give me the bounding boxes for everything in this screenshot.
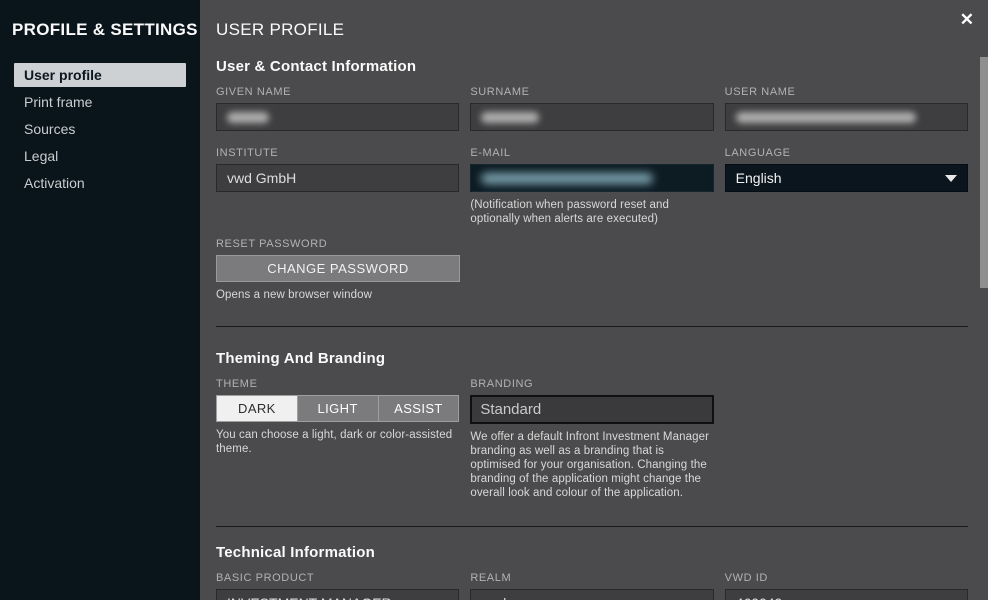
field-institute: INSTITUTE vwd GmbH — [216, 147, 459, 226]
sidebar-item-sources[interactable]: Sources — [14, 117, 186, 141]
sidebar-item-label: User profile — [24, 67, 102, 83]
branding-label: BRANDING — [470, 378, 713, 390]
surname-label: SURNAME — [470, 86, 713, 98]
user-name-label: USER NAME — [725, 86, 968, 98]
field-branding: BRANDING Standard We offer a default Inf… — [470, 378, 713, 500]
branding-select[interactable]: Standard — [470, 395, 713, 424]
given-name-input[interactable] — [216, 103, 459, 131]
vwd-id-input[interactable]: 460049 — [725, 589, 968, 600]
field-theme: THEME DARK LIGHT ASSIST You can choose a… — [216, 378, 459, 500]
realm-label: REALM — [470, 572, 713, 584]
institute-value: vwd GmbH — [227, 170, 296, 186]
field-vwd-id: VWD ID 460049 — [725, 572, 968, 600]
page-title: USER PROFILE — [216, 20, 968, 40]
reset-password-label: RESET PASSWORD — [216, 238, 460, 250]
redacted-value — [736, 112, 916, 123]
surname-input[interactable] — [470, 103, 713, 131]
user-name-input[interactable] — [725, 103, 968, 131]
sidebar-item-label: Sources — [24, 121, 75, 137]
sidebar-item-label: Legal — [24, 148, 58, 164]
field-basic-product: BASIC PRODUCT INVESTMENT MANAGER — [216, 572, 459, 600]
reset-password-block: RESET PASSWORD CHANGE PASSWORD Opens a n… — [216, 238, 460, 302]
section-title-contact: User & Contact Information — [216, 58, 968, 75]
field-given-name: GIVEN NAME — [216, 86, 459, 131]
sidebar-item-legal[interactable]: Legal — [14, 144, 186, 168]
given-name-label: GIVEN NAME — [216, 86, 459, 98]
technical-grid: BASIC PRODUCT INVESTMENT MANAGER REALM v… — [216, 572, 968, 600]
redacted-value — [481, 173, 653, 184]
branding-value: Standard — [480, 401, 541, 418]
theme-option-light[interactable]: LIGHT — [298, 396, 379, 421]
theme-switcher: DARK LIGHT ASSIST — [216, 395, 459, 422]
reset-password-note: Opens a new browser window — [216, 288, 460, 302]
field-email: E-MAIL (Notification when password reset… — [470, 147, 713, 226]
basic-product-label: BASIC PRODUCT — [216, 572, 459, 584]
language-select[interactable]: English — [725, 164, 968, 192]
theming-grid-spacer — [725, 378, 968, 500]
scrollbar-track[interactable] — [980, 0, 988, 600]
theming-grid: THEME DARK LIGHT ASSIST You can choose a… — [216, 378, 968, 500]
theme-label: THEME — [216, 378, 459, 390]
email-input[interactable] — [470, 164, 713, 192]
language-value: English — [736, 170, 782, 186]
theme-option-dark[interactable]: DARK — [217, 396, 298, 421]
contact-grid-row1: GIVEN NAME SURNAME USER NAME — [216, 86, 968, 131]
basic-product-value: INVESTMENT MANAGER — [227, 595, 392, 600]
redacted-value — [227, 112, 269, 123]
settings-sidebar: PROFILE & SETTINGS User profile Print fr… — [0, 0, 200, 600]
field-language: LANGUAGE English — [725, 147, 968, 226]
sidebar-nav: User profile Print frame Sources Legal A… — [0, 63, 200, 195]
chevron-down-icon — [945, 175, 957, 182]
sidebar-item-print-frame[interactable]: Print frame — [14, 90, 186, 114]
section-title-technical: Technical Information — [216, 544, 968, 561]
basic-product-input[interactable]: INVESTMENT MANAGER — [216, 589, 459, 600]
institute-label: INSTITUTE — [216, 147, 459, 159]
theme-option-assist[interactable]: ASSIST — [379, 396, 459, 421]
user-profile-panel: ✕ USER PROFILE User & Contact Informatio… — [200, 0, 988, 600]
sidebar-item-label: Print frame — [24, 94, 92, 110]
redacted-value — [481, 112, 539, 123]
sidebar-item-user-profile[interactable]: User profile — [14, 63, 186, 87]
vwd-id-value: 460049 — [736, 595, 783, 600]
field-surname: SURNAME — [470, 86, 713, 131]
realm-value: vwd — [481, 595, 506, 600]
close-icon[interactable]: ✕ — [960, 10, 974, 30]
contact-grid-row2: INSTITUTE vwd GmbH E-MAIL (Notification … — [216, 147, 968, 226]
institute-input[interactable]: vwd GmbH — [216, 164, 459, 192]
vwd-id-label: VWD ID — [725, 572, 968, 584]
section-divider — [216, 526, 968, 527]
field-realm: REALM vwd — [470, 572, 713, 600]
sidebar-title: PROFILE & SETTINGS — [0, 0, 200, 40]
realm-input[interactable]: vwd — [470, 589, 713, 600]
section-divider — [216, 326, 968, 327]
change-password-button[interactable]: CHANGE PASSWORD — [216, 255, 460, 282]
section-title-theming: Theming And Branding — [216, 350, 968, 367]
panel-content: USER PROFILE User & Contact Information … — [200, 0, 988, 600]
theme-note: You can choose a light, dark or color-as… — [216, 428, 459, 456]
branding-note: We offer a default Infront Investment Ma… — [470, 430, 713, 500]
scrollbar-thumb[interactable] — [980, 57, 988, 288]
field-user-name: USER NAME — [725, 86, 968, 131]
email-note: (Notification when password reset and op… — [470, 198, 713, 226]
language-label: LANGUAGE — [725, 147, 968, 159]
email-label: E-MAIL — [470, 147, 713, 159]
sidebar-item-label: Activation — [24, 175, 85, 191]
sidebar-item-activation[interactable]: Activation — [14, 171, 186, 195]
